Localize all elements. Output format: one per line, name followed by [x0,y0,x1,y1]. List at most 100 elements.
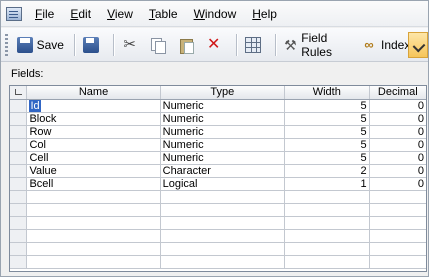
cell-type[interactable]: Numeric [160,125,286,139]
menu-help[interactable]: Help [244,1,285,27]
row-header[interactable] [10,164,28,178]
empty-cell[interactable] [284,216,370,230]
delete-button[interactable]: ✕ [203,33,229,57]
row-header[interactable] [10,151,28,165]
fields-grid[interactable]: Name Type Width Decimal Id Numeric 5 0 B… [9,85,427,272]
menu-edit[interactable]: Edit [62,1,99,27]
cell-type[interactable]: Numeric [160,138,286,152]
cell-type[interactable]: Numeric [160,151,286,165]
grid-corner[interactable] [10,86,28,100]
empty-cell[interactable] [26,216,161,230]
empty-cell[interactable] [26,229,161,243]
paste-button[interactable] [175,33,201,57]
empty-cell[interactable] [369,229,426,243]
column-header-type[interactable]: Type [160,86,286,100]
empty-cell[interactable] [160,190,286,204]
empty-cell[interactable] [369,242,426,256]
empty-cell[interactable] [160,229,286,243]
column-header-decimal[interactable]: Decimal [369,86,426,100]
column-header-width[interactable]: Width [284,86,370,100]
selected-text[interactable]: Id [29,99,41,111]
empty-cell[interactable] [369,190,426,204]
row-header[interactable] [10,99,28,113]
row-header[interactable] [10,125,28,139]
row-header[interactable] [10,255,28,269]
empty-row[interactable] [10,216,426,230]
empty-cell[interactable] [160,216,286,230]
cell-decimal[interactable]: 0 [369,138,426,152]
menu-view[interactable]: View [99,1,141,27]
cell-name[interactable]: Col [26,138,161,152]
table-row[interactable]: Col Numeric 5 0 [10,138,426,152]
cell-width[interactable]: 5 [284,138,370,152]
column-header-name[interactable]: Name [26,86,161,100]
grid-button[interactable] [242,33,268,57]
cell-width[interactable]: 1 [284,177,370,191]
table-row[interactable]: Cell Numeric 5 0 [10,151,426,165]
cell-decimal[interactable]: 0 [369,164,426,178]
empty-cell[interactable] [26,203,161,217]
row-header[interactable] [10,242,28,256]
cell-name[interactable]: Row [26,125,161,139]
table-row[interactable]: Bcell Logical 1 0 [10,177,426,191]
empty-cell[interactable] [160,203,286,217]
row-header[interactable] [10,177,28,191]
cell-name[interactable]: Id [26,99,161,113]
empty-cell[interactable] [160,242,286,256]
cell-decimal[interactable]: 0 [369,177,426,191]
empty-cell[interactable] [369,255,426,269]
row-header[interactable] [10,203,28,217]
empty-row[interactable] [10,203,426,217]
menu-table[interactable]: Table [141,1,186,27]
cell-width[interactable]: 5 [284,99,370,113]
cut-button[interactable]: ✂ [119,33,145,57]
cell-width[interactable]: 5 [284,112,370,126]
empty-row[interactable] [10,242,426,256]
row-header[interactable] [10,229,28,243]
empty-cell[interactable] [26,242,161,256]
empty-cell[interactable] [26,190,161,204]
cell-decimal[interactable]: 0 [369,125,426,139]
cell-type[interactable]: Numeric [160,112,286,126]
menu-file[interactable]: File [27,1,62,27]
row-header[interactable] [10,190,28,204]
field-rules-button[interactable]: ⚒ Field Rules [280,31,356,59]
cell-type[interactable]: Numeric [160,99,286,113]
app-icon[interactable] [6,6,22,21]
row-header[interactable] [10,216,28,230]
cell-decimal[interactable]: 0 [369,99,426,113]
empty-cell[interactable] [284,242,370,256]
cell-name[interactable]: Block [26,112,161,126]
cell-decimal[interactable]: 0 [369,112,426,126]
empty-row[interactable] [10,190,426,204]
empty-cell[interactable] [284,229,370,243]
empty-cell[interactable] [369,216,426,230]
cell-width[interactable]: 5 [284,151,370,165]
empty-cell[interactable] [26,255,161,269]
table-row[interactable]: Row Numeric 5 0 [10,125,426,139]
cell-name[interactable]: Bcell [26,177,161,191]
menu-window[interactable]: Window [186,1,245,27]
table-row[interactable]: Id Numeric 5 0 [10,99,426,113]
cell-width[interactable]: 2 [284,164,370,178]
empty-cell[interactable] [284,255,370,269]
toolbar-grip[interactable] [5,33,8,56]
cell-type[interactable]: Character [160,164,286,178]
empty-cell[interactable] [284,190,370,204]
save-as-button[interactable] [80,33,106,57]
empty-row[interactable] [10,229,426,243]
empty-cell[interactable] [284,203,370,217]
row-header[interactable] [10,138,28,152]
table-row[interactable]: Block Numeric 5 0 [10,112,426,126]
empty-cell[interactable] [369,203,426,217]
cell-width[interactable]: 5 [284,125,370,139]
cell-name[interactable]: Value [26,164,161,178]
empty-row[interactable] [10,255,426,269]
empty-cell[interactable] [160,255,286,269]
save-button[interactable]: Save [14,33,67,57]
copy-button[interactable] [147,33,173,57]
toolbar-overflow-button[interactable] [408,32,428,58]
row-header[interactable] [10,112,28,126]
table-row[interactable]: Value Character 2 0 [10,164,426,178]
cell-type[interactable]: Logical [160,177,286,191]
